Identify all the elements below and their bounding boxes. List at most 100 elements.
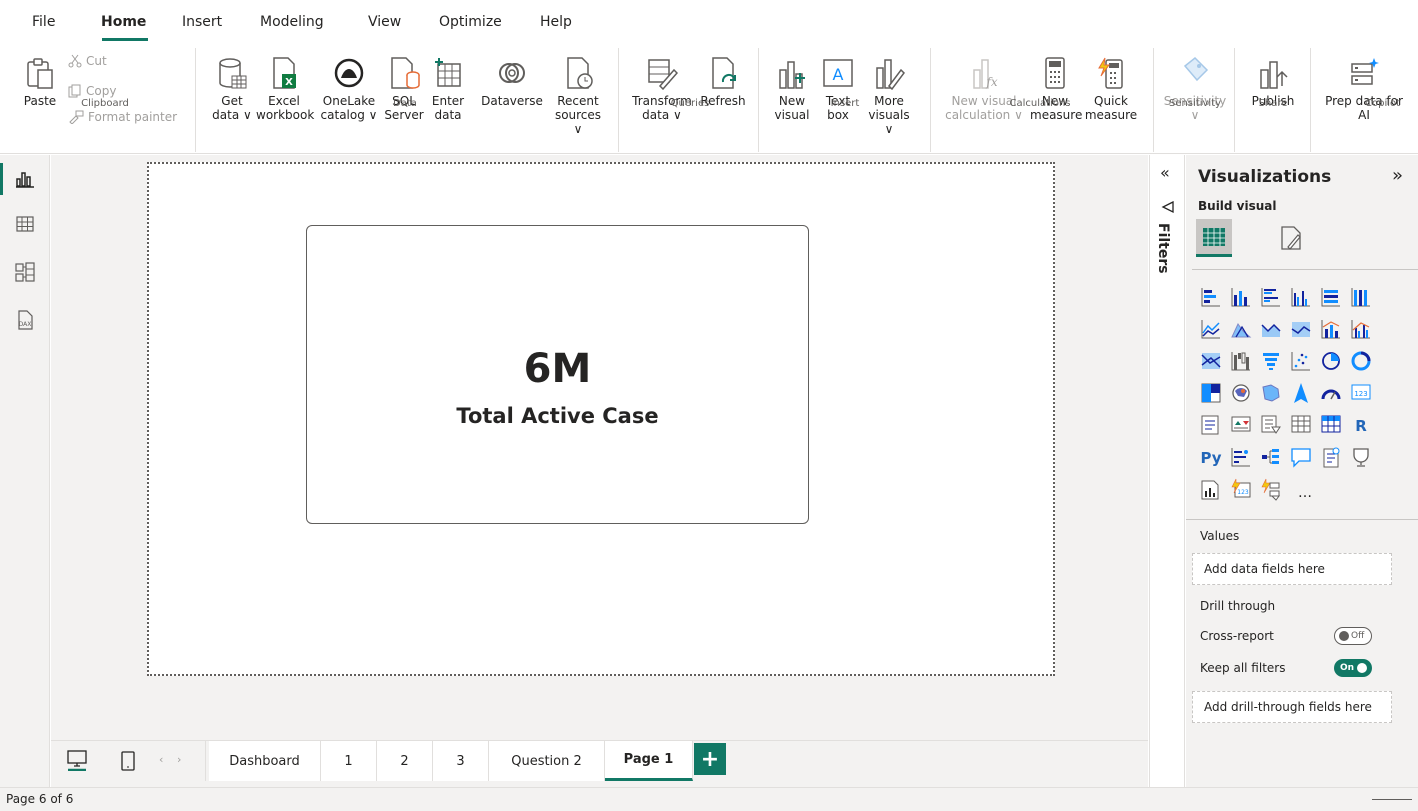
clustered-column-chart-icon[interactable] (1291, 288, 1310, 307)
prep-data-for-ai-button[interactable]: Prep data for AI (1316, 56, 1412, 122)
menu-view[interactable]: View (368, 14, 401, 30)
excel-workbook-button[interactable]: X Excel workbook (256, 56, 314, 122)
waterfall-chart-icon[interactable] (1231, 352, 1250, 371)
card-visual[interactable]: 6M Total Active Case (306, 225, 809, 524)
clustered-bar-chart-icon[interactable] (1261, 288, 1280, 307)
zoom-slider[interactable] (1372, 799, 1412, 800)
line-chart-icon[interactable] (1201, 320, 1220, 339)
azure-map-icon[interactable] (1294, 383, 1308, 403)
tab-dashboard[interactable]: Dashboard (209, 741, 321, 781)
transform-data-button[interactable]: Transform data ∨ (630, 56, 694, 122)
key-influencers-icon[interactable] (1231, 448, 1250, 467)
gauge-icon[interactable] (1321, 389, 1341, 400)
100-stacked-column-chart-icon[interactable] (1351, 288, 1370, 307)
mobile-layout-icon[interactable] (121, 751, 135, 771)
stacked-column-chart-icon[interactable] (1231, 288, 1250, 307)
tab-2[interactable]: 2 (377, 741, 433, 781)
stacked-bar-chart-icon[interactable] (1201, 288, 1220, 307)
stacked-area-chart-icon[interactable] (1261, 323, 1281, 337)
ribbon-chart-icon[interactable] (1201, 353, 1221, 369)
menu-optimize[interactable]: Optimize (439, 14, 502, 30)
model-view-icon[interactable] (14, 261, 36, 283)
new-visual-calculation-button[interactable]: fx New visual calculation ∨ (942, 56, 1026, 122)
area-chart-icon[interactable] (1231, 323, 1252, 338)
menu-modeling[interactable]: Modeling (260, 14, 324, 30)
filters-pane-collapsed[interactable]: « Filters (1149, 155, 1185, 787)
paginated-report-icon[interactable] (1201, 480, 1219, 500)
copy-button[interactable]: Copy (68, 84, 116, 98)
goals-trophy-icon[interactable] (1353, 448, 1369, 467)
dax-query-view-icon[interactable]: DAX (14, 309, 36, 331)
new-measure-button[interactable]: New measure (1030, 56, 1082, 122)
power-apps-icon[interactable]: 123 (1231, 478, 1251, 498)
new-visual-button[interactable]: New visual (772, 56, 812, 122)
pie-chart-icon[interactable] (1322, 352, 1340, 370)
more-visuals-button[interactable]: More visuals ∨ (864, 56, 914, 136)
table-view-icon[interactable] (14, 213, 36, 235)
desktop-layout-icon[interactable] (67, 749, 87, 771)
recent-sources-button[interactable]: Recent sources ∨ (552, 56, 604, 136)
sensitivity-button[interactable]: Sensitivity ∨ (1160, 56, 1230, 122)
card-icon[interactable]: 123 (1351, 384, 1371, 400)
menu-insert[interactable]: Insert (182, 14, 222, 30)
scatter-chart-icon[interactable] (1291, 352, 1310, 371)
svg-text:123: 123 (1237, 489, 1249, 496)
get-data-button[interactable]: Get data ∨ (212, 56, 252, 122)
filled-map-icon[interactable] (1262, 384, 1280, 402)
donut-chart-icon[interactable] (1351, 351, 1371, 371)
ribbon-separator (930, 48, 931, 152)
quick-measure-button[interactable]: Quick measure (1084, 56, 1138, 122)
status-bar: Page 6 of 6 (0, 787, 1418, 811)
format-painter-button[interactable]: Format painter (68, 110, 177, 124)
funnel-chart-icon[interactable] (1263, 353, 1279, 370)
r-visual-icon[interactable]: R (1355, 417, 1367, 435)
more-visuals-ellipsis[interactable]: … (1298, 485, 1312, 501)
100-stacked-bar-chart-icon[interactable] (1321, 288, 1340, 307)
drill-through-field-well[interactable]: Add drill-through fields here (1192, 691, 1392, 723)
sql-server-button[interactable]: SQL Server (384, 56, 424, 122)
paste-button[interactable]: Paste (22, 56, 58, 108)
100-stacked-area-chart-icon[interactable] (1291, 322, 1311, 337)
line-stacked-column-chart-icon[interactable] (1321, 320, 1340, 339)
python-visual-icon[interactable]: Py (1200, 449, 1221, 467)
scroll-right-icon[interactable]: › (177, 753, 181, 766)
treemap-icon[interactable] (1201, 383, 1221, 403)
more-visuals-label-2: visuals ∨ (868, 108, 910, 136)
table-icon[interactable] (1291, 415, 1311, 433)
tab-1[interactable]: 1 (321, 741, 377, 781)
cut-button[interactable]: Cut (68, 54, 107, 68)
enter-data-button[interactable]: Enter data (428, 56, 468, 122)
report-view-icon[interactable] (14, 167, 36, 189)
tab-3[interactable]: 3 (433, 741, 489, 781)
matrix-icon[interactable] (1321, 415, 1341, 433)
cross-report-toggle[interactable]: Off (1334, 627, 1372, 645)
multi-row-card-icon[interactable] (1201, 415, 1219, 435)
onelake-catalog-button[interactable]: OneLake catalog ∨ (316, 56, 382, 122)
text-box-button[interactable]: A Text box (818, 56, 858, 122)
dataverse-button[interactable]: Dataverse (478, 56, 546, 108)
scroll-left-icon[interactable]: ‹ (159, 753, 163, 766)
tab-question-2[interactable]: Question 2 (489, 741, 605, 781)
keep-all-filters-toggle[interactable]: On (1334, 659, 1372, 677)
qa-visual-icon[interactable] (1291, 448, 1311, 468)
add-page-button[interactable]: + (694, 743, 726, 775)
text-box-label-2: box (827, 108, 849, 122)
tab-page-1[interactable]: Page 1 (605, 741, 693, 781)
map-icon[interactable] (1232, 384, 1250, 402)
copy-icon (68, 84, 81, 98)
get-data-label-2: data ∨ (212, 108, 252, 122)
collapse-pane-icon[interactable]: « (1160, 163, 1170, 182)
values-field-well[interactable]: Add data fields here (1192, 553, 1392, 585)
slicer-icon[interactable] (1261, 415, 1281, 434)
menu-home[interactable]: Home (101, 14, 146, 30)
menu-file[interactable]: File (32, 14, 55, 30)
kpi-icon[interactable] (1231, 416, 1251, 432)
menu-help[interactable]: Help (540, 14, 572, 30)
more-visuals-icon (876, 59, 905, 90)
line-clustered-column-chart-icon[interactable] (1351, 320, 1370, 339)
decomposition-tree-icon[interactable] (1262, 449, 1279, 464)
quick-measure-label-2: measure (1084, 108, 1138, 122)
ribbon-separator (1310, 48, 1311, 152)
smart-narrative-icon[interactable] (1323, 447, 1340, 468)
power-automate-icon[interactable] (1261, 478, 1280, 501)
